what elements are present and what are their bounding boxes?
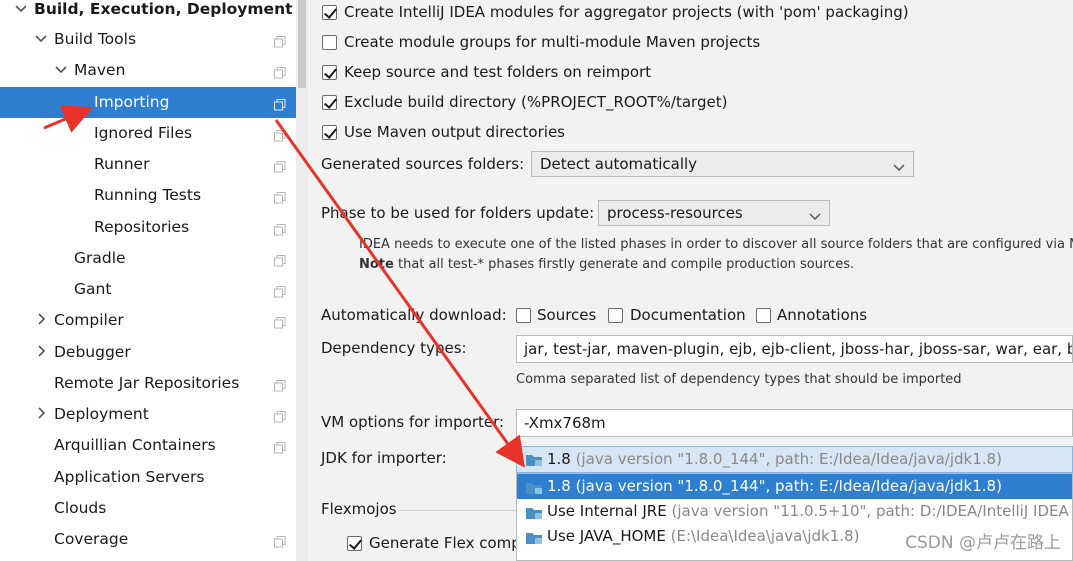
arrow-to-jdk — [274, 119, 525, 468]
annotation-arrows — [43, 105, 525, 468]
watermark: CSDN @卢卢在路上 — [905, 533, 1061, 553]
arrow-to-importing — [43, 105, 94, 133]
